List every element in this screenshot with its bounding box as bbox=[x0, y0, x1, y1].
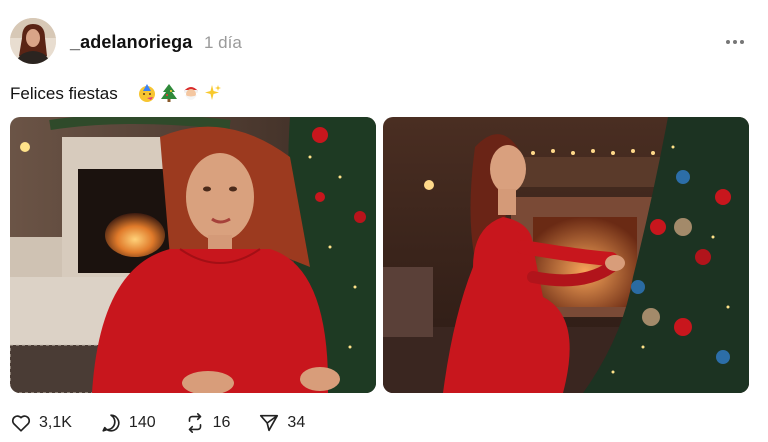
heart-icon bbox=[11, 415, 31, 432]
like-button[interactable]: 3,1K bbox=[10, 412, 72, 434]
comment-icon bbox=[102, 414, 120, 432]
face-with-party-hat-emoji bbox=[139, 84, 155, 102]
post-caption: Felices fiestas bbox=[10, 84, 118, 103]
more-options-icon[interactable] bbox=[726, 36, 748, 48]
post-image-2[interactable] bbox=[383, 117, 749, 393]
sparkles-emoji bbox=[205, 85, 221, 100]
repost-icon bbox=[188, 413, 201, 433]
avatar[interactable] bbox=[10, 18, 56, 64]
repost-button[interactable]: 16 bbox=[184, 412, 231, 434]
santa-claus-emoji bbox=[184, 87, 198, 100]
post-actions: 3,1K 140 16 34 bbox=[10, 412, 333, 434]
reply-button[interactable]: 140 bbox=[100, 412, 156, 434]
username[interactable]: _adelanoriega bbox=[70, 32, 192, 53]
share-button[interactable]: 34 bbox=[258, 412, 305, 434]
reply-count: 140 bbox=[128, 414, 156, 431]
caption-emojis bbox=[137, 83, 223, 103]
send-icon bbox=[260, 414, 279, 432]
like-count: 3,1K bbox=[39, 414, 72, 431]
post-time: 1 día bbox=[204, 33, 242, 52]
christmas-tree-emoji bbox=[161, 84, 177, 102]
repost-count: 16 bbox=[212, 414, 231, 431]
post-image-1[interactable] bbox=[10, 117, 376, 393]
share-count: 34 bbox=[287, 414, 306, 431]
